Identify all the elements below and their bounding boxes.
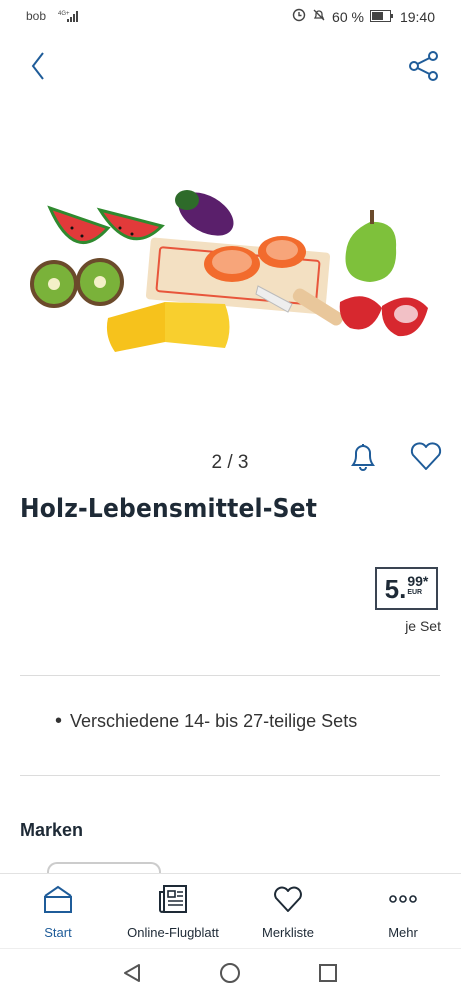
nav-merkliste-label: Merkliste — [261, 925, 314, 940]
nav-online-flugblatt[interactable]: Online-Flugblatt — [118, 874, 228, 949]
divider — [20, 675, 440, 676]
wishlist-button[interactable] — [408, 438, 444, 474]
price-unit: je Set — [405, 618, 441, 634]
more-icon — [387, 884, 419, 919]
gallery-pager: 2 / 3 — [211, 452, 249, 473]
brands-heading: Marken — [20, 820, 84, 840]
status-bar: bob 4G+ 60 % 19:40 — [0, 0, 461, 34]
chevron-left-icon — [30, 51, 46, 86]
nav-start[interactable]: Start — [18, 874, 98, 949]
heart-icon — [272, 884, 304, 919]
share-icon — [408, 50, 440, 87]
price-cents: 99 — [407, 573, 423, 589]
system-nav-bar — [0, 948, 461, 1000]
bell-icon — [345, 444, 381, 478]
nav-merkliste[interactable]: Merkliste — [248, 874, 328, 949]
price-main: 5. — [384, 574, 407, 604]
circle-home-icon — [219, 962, 241, 989]
bottom-nav: Start Online-Flugblatt Merkliste Mehr — [0, 873, 461, 948]
share-button[interactable] — [408, 50, 440, 87]
system-recents-button[interactable] — [316, 963, 340, 987]
system-home-button[interactable] — [218, 962, 242, 989]
signal-icon: 4G+ — [58, 9, 80, 26]
product-title: Holz-Lebensmittel-Set — [20, 494, 318, 524]
price-currency: EUR — [407, 589, 423, 596]
battery-icon — [369, 9, 394, 25]
feature-text: Verschiedene 14- bis 27-teilige Sets — [70, 711, 358, 731]
heart-icon — [408, 442, 444, 478]
price-footnote-mark: * — [422, 573, 429, 589]
notify-button[interactable] — [345, 438, 381, 474]
nav-start-label: Start — [44, 925, 72, 940]
product-image[interactable] — [20, 170, 440, 370]
bullet-icon: • — [55, 710, 63, 732]
divider — [20, 775, 440, 776]
home-icon — [42, 884, 74, 919]
alarm-icon — [292, 8, 306, 25]
back-button[interactable] — [22, 51, 54, 86]
carrier-label: bob — [26, 9, 47, 23]
nav-mehr-label: Mehr — [388, 925, 418, 940]
nav-mehr[interactable]: Mehr — [363, 874, 443, 949]
system-back-button[interactable] — [120, 963, 144, 987]
price-tag: 5. 99 EUR * — [375, 567, 438, 610]
square-recents-icon — [317, 962, 339, 989]
battery-percent: 60 % — [332, 8, 364, 25]
flyer-icon — [157, 884, 189, 919]
mute-icon — [312, 8, 326, 25]
nav-online-flugblatt-label: Online-Flugblatt — [127, 925, 219, 940]
triangle-back-icon — [121, 962, 143, 989]
feature-list-item: • Verschiedene 14- bis 27-teilige Sets — [55, 710, 357, 733]
network-type-label: 4G+ — [58, 11, 70, 17]
clock: 19:40 — [399, 8, 435, 25]
